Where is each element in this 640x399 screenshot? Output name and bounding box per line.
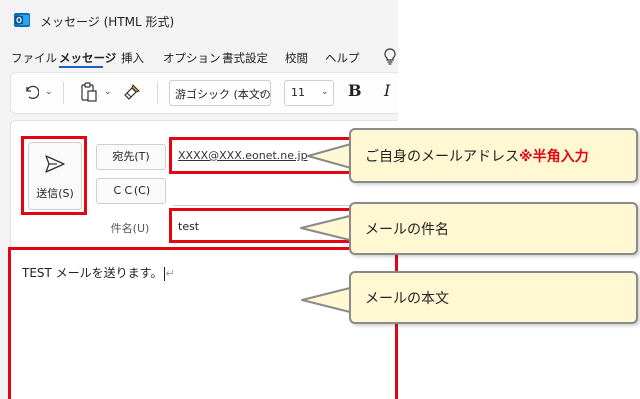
font-chevron-down-icon: ⌄ [258, 87, 266, 97]
callout-address: ご自身のメールアドレス※半角入力 [349, 128, 638, 183]
menu-bar: ファイル メッセージ 挿入 オプション 書式設定 校閲 ヘルプ [0, 44, 398, 68]
to-button[interactable]: 宛先(T) [96, 144, 166, 170]
callout-address-note: ※半角入力 [519, 148, 589, 165]
size-chevron-down-icon: ⌄ [321, 87, 329, 97]
menu-message[interactable]: メッセージ [59, 50, 116, 66]
font-name-select[interactable]: 游ゴシック (本文の ⌄ [169, 80, 271, 106]
font-size-value: 11 [291, 86, 305, 99]
ribbon-separator [157, 82, 158, 104]
active-tab-indicator [59, 66, 103, 68]
highlight-send-button [21, 136, 87, 215]
ribbon-separator [63, 82, 64, 104]
bold-button[interactable]: B [348, 81, 362, 100]
paste-chevron-down-icon[interactable]: ⌄ [104, 87, 112, 97]
italic-button[interactable]: I [384, 81, 390, 100]
window-title: メッセージ (HTML 形式) [40, 15, 175, 29]
menu-options[interactable]: オプション [163, 50, 221, 66]
menu-insert[interactable]: 挿入 [121, 50, 144, 66]
font-size-select[interactable]: 11 ⌄ [284, 80, 334, 106]
lightbulb-icon[interactable] [383, 48, 397, 66]
outlook-icon [14, 13, 30, 27]
callout-address-text: ご自身のメールアドレス [365, 148, 519, 165]
menu-review[interactable]: 校閲 [285, 50, 308, 66]
callout-body-text: メールの本文 [365, 290, 449, 307]
callout-address-text-wrap: ご自身のメールアドレス※半角入力 [365, 146, 589, 166]
callout-subject: メールの件名 [349, 202, 638, 255]
callout-body: メールの本文 [349, 271, 638, 324]
cc-button[interactable]: ＣＣ(C) [96, 178, 166, 204]
undo-chevron-down-icon[interactable]: ⌄ [45, 87, 53, 97]
font-name-value: 游ゴシック (本文の [175, 88, 271, 101]
undo-icon[interactable] [23, 84, 39, 100]
clipboard-icon[interactable] [81, 82, 97, 102]
format-painter-icon[interactable] [123, 83, 141, 101]
ribbon-toolbar: ⌄ ⌄ 游ゴシック (本文の ⌄ 11 ⌄ B I [10, 72, 398, 114]
menu-help[interactable]: ヘルプ [325, 50, 360, 66]
highlight-message-body [8, 247, 398, 399]
title-bar: メッセージ (HTML 形式) [0, 0, 398, 40]
menu-file[interactable]: ファイル [11, 50, 57, 66]
callout-subject-text: メールの件名 [365, 221, 449, 238]
subject-label: 件名(U) [110, 222, 150, 235]
menu-format-text[interactable]: 書式設定 [222, 50, 268, 66]
